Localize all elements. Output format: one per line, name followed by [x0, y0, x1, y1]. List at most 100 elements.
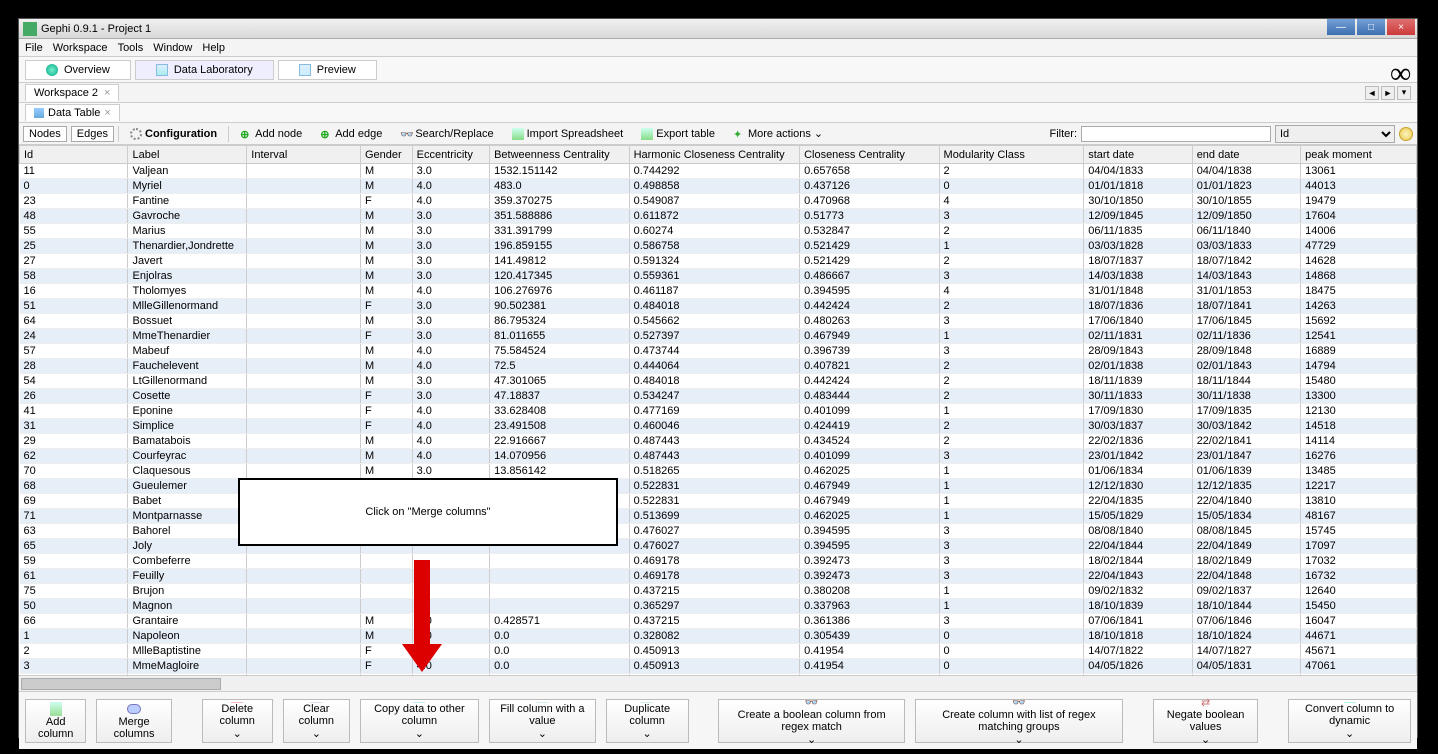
table-cell[interactable]: 3 [939, 539, 1084, 554]
table-cell[interactable]: 2 [939, 224, 1084, 239]
table-cell[interactable]: F [360, 404, 412, 419]
table-cell[interactable]: 28 [20, 359, 128, 374]
table-cell[interactable]: 0.518265 [629, 464, 799, 479]
column-header[interactable]: Id [20, 146, 128, 164]
table-cell[interactable]: Gueulemer [128, 479, 247, 494]
table-row[interactable]: 1NapoleonM5.00.00.3280820.305439018/10/1… [20, 629, 1417, 644]
table-row[interactable]: 62CourfeyracM4.014.0709560.4874430.40109… [20, 449, 1417, 464]
table-cell[interactable]: 30/10/1850 [1084, 194, 1192, 209]
table-cell[interactable]: Brujon [128, 584, 247, 599]
table-cell[interactable]: 3 [939, 314, 1084, 329]
table-cell[interactable]: 26 [20, 389, 128, 404]
table-cell[interactable]: 66 [20, 614, 128, 629]
table-row[interactable]: 71MontparnasseM3.010.5404150.5136990.462… [20, 509, 1417, 524]
table-cell[interactable]: 18/10/1818 [1084, 629, 1192, 644]
column-header[interactable]: Eccentricity [412, 146, 489, 164]
table-cell[interactable]: Myriel [128, 179, 247, 194]
table-cell[interactable]: 30/10/1855 [1192, 194, 1300, 209]
table-cell[interactable]: 44671 [1301, 629, 1417, 644]
table-cell[interactable] [490, 554, 629, 569]
table-cell[interactable] [247, 209, 361, 224]
menu-help[interactable]: Help [202, 42, 225, 54]
table-cell[interactable]: Magnon [128, 599, 247, 614]
table-cell[interactable] [247, 599, 361, 614]
table-cell[interactable]: 14.070956 [490, 449, 629, 464]
table-cell[interactable]: 3.0 [412, 239, 489, 254]
table-cell[interactable]: 47061 [1301, 659, 1417, 674]
table-cell[interactable]: 63 [20, 524, 128, 539]
table-cell[interactable]: 0.469178 [629, 569, 799, 584]
table-cell[interactable]: 351.588886 [490, 209, 629, 224]
table-cell[interactable] [247, 164, 361, 179]
table-cell[interactable]: 16276 [1301, 449, 1417, 464]
table-cell[interactable]: 28/09/1848 [1192, 344, 1300, 359]
table-cell[interactable]: 31/01/1853 [1192, 284, 1300, 299]
table-cell[interactable]: 2 [939, 254, 1084, 269]
table-cell[interactable]: 14/07/1827 [1192, 644, 1300, 659]
copy-column-button[interactable]: Copy data to other column⌄ [360, 699, 479, 743]
table-cell[interactable]: 22/04/1843 [1084, 569, 1192, 584]
table-cell[interactable]: 16047 [1301, 614, 1417, 629]
table-cell[interactable]: 16 [20, 284, 128, 299]
convert-dynamic-button[interactable]: Convert column to dynamic⌄ [1288, 699, 1411, 743]
table-cell[interactable] [490, 584, 629, 599]
table-cell[interactable]: M [360, 209, 412, 224]
table-cell[interactable]: 3 [939, 524, 1084, 539]
table-cell[interactable] [247, 224, 361, 239]
tab-overview[interactable]: Overview [25, 60, 131, 80]
table-cell[interactable]: 0.396739 [800, 344, 939, 359]
table-cell[interactable] [247, 299, 361, 314]
table-cell[interactable]: 23.491508 [490, 419, 629, 434]
table-cell[interactable]: Gavroche [128, 209, 247, 224]
table-cell[interactable]: 3.0 [412, 209, 489, 224]
table-row[interactable]: 59Combeferre0.4691780.392473318/02/18441… [20, 554, 1417, 569]
workspace-next-button[interactable]: ► [1381, 86, 1395, 100]
table-cell[interactable]: 0.513699 [629, 509, 799, 524]
table-cell[interactable]: Enjolras [128, 269, 247, 284]
table-cell[interactable]: 0.394595 [800, 284, 939, 299]
table-cell[interactable]: M [360, 449, 412, 464]
table-cell[interactable]: 28/09/1843 [1084, 344, 1192, 359]
table-cell[interactable]: 17604 [1301, 209, 1417, 224]
table-cell[interactable]: 2 [939, 359, 1084, 374]
column-header[interactable]: end date [1192, 146, 1300, 164]
table-cell[interactable]: 0.487443 [629, 434, 799, 449]
table-cell[interactable]: 1 [939, 584, 1084, 599]
table-cell[interactable]: 2 [939, 419, 1084, 434]
table-cell[interactable]: 0.442424 [800, 299, 939, 314]
column-header[interactable]: Closeness Centrality [800, 146, 939, 164]
table-cell[interactable]: 2 [939, 299, 1084, 314]
table-cell[interactable]: 0.437215 [629, 614, 799, 629]
table-cell[interactable]: 69 [20, 494, 128, 509]
add-edge-button[interactable]: ⊕ Add edge [313, 125, 389, 143]
table-row[interactable]: 28FaucheleventM4.072.50.4440640.40782120… [20, 359, 1417, 374]
table-cell[interactable]: F [360, 194, 412, 209]
table-cell[interactable]: 3 [20, 659, 128, 674]
table-cell[interactable]: 12/09/1850 [1192, 209, 1300, 224]
table-cell[interactable]: 18/02/1844 [1084, 554, 1192, 569]
table-cell[interactable]: 0 [939, 629, 1084, 644]
table-cell[interactable]: 22/04/1844 [1084, 539, 1192, 554]
table-cell[interactable]: Tholomyes [128, 284, 247, 299]
table-cell[interactable]: 4.0 [412, 449, 489, 464]
table-cell[interactable]: 18/11/1839 [1084, 374, 1192, 389]
more-actions-button[interactable]: ✦ More actions ⌄ [726, 124, 830, 143]
table-cell[interactable]: 0.450913 [629, 659, 799, 674]
table-cell[interactable]: 0.591324 [629, 254, 799, 269]
column-header[interactable]: Harmonic Closeness Centrality [629, 146, 799, 164]
table-cell[interactable] [247, 359, 361, 374]
table-cell[interactable]: 4.0 [412, 404, 489, 419]
table-cell[interactable]: 4.0 [412, 419, 489, 434]
table-cell[interactable]: 0.305439 [800, 629, 939, 644]
table-cell[interactable]: 0.401099 [800, 449, 939, 464]
table-cell[interactable]: M [360, 359, 412, 374]
scrollbar-thumb[interactable] [21, 678, 221, 690]
table-cell[interactable]: 86.795324 [490, 314, 629, 329]
tab-data-laboratory[interactable]: Data Laboratory [135, 60, 274, 80]
table-cell[interactable]: 3.0 [412, 374, 489, 389]
table-cell[interactable]: 0.462025 [800, 509, 939, 524]
table-cell[interactable]: 09/02/1837 [1192, 584, 1300, 599]
table-cell[interactable]: 0.473744 [629, 344, 799, 359]
table-cell[interactable]: 19479 [1301, 194, 1417, 209]
table-cell[interactable]: 71 [20, 509, 128, 524]
